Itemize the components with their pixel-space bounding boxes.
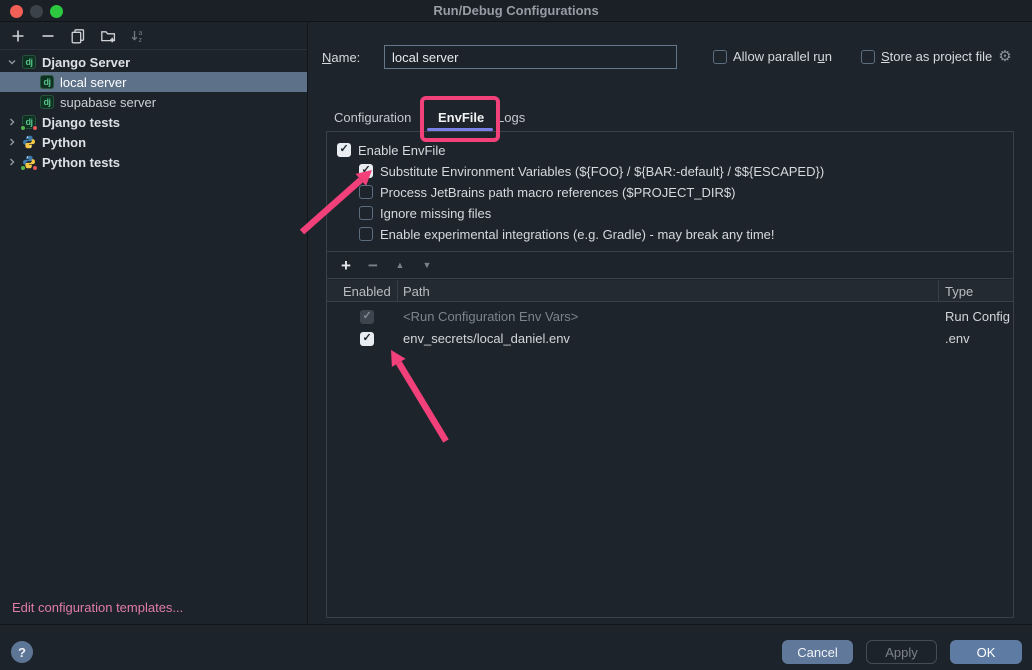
- move-up-button[interactable]: ▲: [391, 256, 409, 274]
- tree-item-label: Django Server: [42, 55, 130, 70]
- tree-item-supabase-server[interactable]: dj supabase server: [0, 92, 307, 112]
- allow-parallel-run-checkbox[interactable]: [713, 50, 727, 64]
- experimental-integrations-option[interactable]: Enable experimental integrations (e.g. G…: [359, 225, 775, 243]
- process-path-macro-option[interactable]: Process JetBrains path macro references …: [359, 183, 735, 201]
- ignore-missing-files-label: Ignore missing files: [380, 206, 491, 221]
- arrow-up-icon: ▲: [396, 261, 405, 270]
- tree-item-label: Django tests: [42, 115, 120, 130]
- python-icon: [22, 135, 36, 149]
- tree-item-label: Python: [42, 135, 86, 150]
- arrow-down-icon: ▼: [423, 261, 432, 270]
- column-header-path[interactable]: Path: [403, 284, 430, 299]
- window-title: Run/Debug Configurations: [0, 3, 1032, 18]
- experimental-integrations-checkbox[interactable]: [359, 227, 373, 241]
- django-tests-icon: dj: [22, 115, 36, 129]
- run-debug-configurations-dialog: Run/Debug Configurations: [0, 0, 1032, 670]
- chevron-down-icon[interactable]: [6, 56, 18, 68]
- experimental-integrations-label: Enable experimental integrations (e.g. G…: [380, 227, 775, 242]
- tree-item-django-server[interactable]: dj Django Server: [0, 52, 307, 72]
- tab-configuration[interactable]: Configuration: [334, 110, 411, 125]
- table-row-env-secrets-file[interactable]: env_secrets/local_daniel.env .env: [327, 328, 1013, 350]
- help-button[interactable]: ?: [11, 641, 33, 663]
- title-bar: Run/Debug Configurations: [0, 0, 1032, 22]
- table-header: Enabled Path Type: [327, 280, 1013, 302]
- row-type: Run Config: [945, 309, 1010, 324]
- substitute-env-vars-option[interactable]: Substitute Environment Variables (${FOO}…: [359, 162, 824, 180]
- row-path: <Run Configuration Env Vars>: [403, 309, 578, 324]
- apply-button[interactable]: Apply: [866, 640, 937, 664]
- ok-button[interactable]: OK: [950, 640, 1022, 664]
- allow-parallel-run-option[interactable]: Allow parallel run: [713, 49, 832, 64]
- svg-text:z: z: [139, 37, 143, 44]
- substitute-env-vars-label: Substitute Environment Variables (${FOO}…: [380, 164, 824, 179]
- tab-envfile[interactable]: EnvFile: [438, 110, 484, 125]
- add-configuration-button[interactable]: [8, 26, 28, 46]
- store-as-project-file-option[interactable]: Store as project file ⚙: [861, 49, 1012, 64]
- chevron-right-icon[interactable]: [6, 136, 18, 148]
- row-path: env_secrets/local_daniel.env: [403, 331, 570, 346]
- edit-configuration-templates-link[interactable]: Edit configuration templates...: [12, 600, 183, 615]
- column-header-enabled[interactable]: Enabled: [343, 284, 391, 299]
- chevron-right-icon[interactable]: [6, 116, 18, 128]
- gear-icon[interactable]: ⚙: [998, 49, 1011, 64]
- tree-item-python-tests[interactable]: Python tests: [0, 152, 307, 172]
- ignore-missing-files-checkbox[interactable]: [359, 206, 373, 220]
- tree-item-label: Python tests: [42, 155, 120, 170]
- copy-icon: [70, 28, 86, 44]
- add-icon: [10, 28, 26, 44]
- svg-text:a: a: [139, 30, 143, 37]
- env-files-table: + − ▲ ▼ Enabled Path Type <Run Configura…: [327, 251, 1013, 618]
- process-path-macro-label: Process JetBrains path macro references …: [380, 185, 735, 200]
- add-env-file-button[interactable]: +: [337, 256, 355, 274]
- row-type: .env: [945, 331, 970, 346]
- enable-envfile-checkbox[interactable]: [337, 143, 351, 157]
- chevron-right-icon[interactable]: [6, 156, 18, 168]
- new-folder-icon: [100, 28, 116, 44]
- table-row-run-config-env-vars[interactable]: <Run Configuration Env Vars> Run Config: [327, 306, 1013, 328]
- process-path-macro-checkbox[interactable]: [359, 185, 373, 199]
- remove-env-file-button[interactable]: −: [364, 256, 382, 274]
- python-tests-icon: [22, 155, 36, 169]
- tree-item-label: supabase server: [60, 95, 156, 110]
- allow-parallel-run-label: Allow parallel run: [733, 49, 832, 64]
- sort-alphabetically-icon: a z: [130, 28, 146, 44]
- row-enabled-checkbox[interactable]: [360, 332, 374, 346]
- column-header-type[interactable]: Type: [945, 284, 973, 299]
- enable-envfile-option[interactable]: Enable EnvFile: [337, 141, 445, 159]
- copy-configuration-button[interactable]: [68, 26, 88, 46]
- column-divider: [397, 280, 398, 302]
- add-icon: +: [341, 257, 351, 274]
- new-folder-button[interactable]: [98, 26, 118, 46]
- tab-logs[interactable]: Logs: [497, 110, 525, 125]
- ignore-missing-files-option[interactable]: Ignore missing files: [359, 204, 491, 222]
- tree-item-local-server[interactable]: dj local server: [0, 72, 307, 92]
- remove-icon: [40, 28, 56, 44]
- envfile-panel: Enable EnvFile Substitute Environment Va…: [326, 131, 1014, 618]
- dialog-footer: ? Cancel Apply OK: [0, 624, 1032, 670]
- tree-item-python[interactable]: Python: [0, 132, 307, 152]
- column-divider: [938, 280, 939, 302]
- cancel-button[interactable]: Cancel: [782, 640, 853, 664]
- substitute-env-vars-checkbox[interactable]: [359, 164, 373, 178]
- enable-envfile-label: Enable EnvFile: [358, 143, 445, 158]
- django-icon: dj: [22, 55, 36, 69]
- env-files-toolbar: + − ▲ ▼: [327, 252, 1013, 279]
- move-down-button[interactable]: ▼: [418, 256, 436, 274]
- configurations-sidebar: a z dj Django Server dj local server dj: [0, 22, 308, 624]
- sidebar-toolbar: a z: [0, 22, 307, 50]
- store-as-project-file-label: Store as project file: [881, 49, 992, 64]
- tree-item-label: local server: [60, 75, 126, 90]
- remove-configuration-button[interactable]: [38, 26, 58, 46]
- row-enabled-checkbox: [360, 310, 374, 324]
- name-input[interactable]: [384, 45, 677, 69]
- django-icon: dj: [40, 95, 54, 109]
- name-label: Name:: [322, 50, 360, 65]
- store-as-project-file-checkbox[interactable]: [861, 50, 875, 64]
- sort-configurations-button[interactable]: a z: [128, 26, 148, 46]
- django-icon: dj: [40, 75, 54, 89]
- remove-icon: −: [368, 257, 378, 274]
- tree-item-django-tests[interactable]: dj Django tests: [0, 112, 307, 132]
